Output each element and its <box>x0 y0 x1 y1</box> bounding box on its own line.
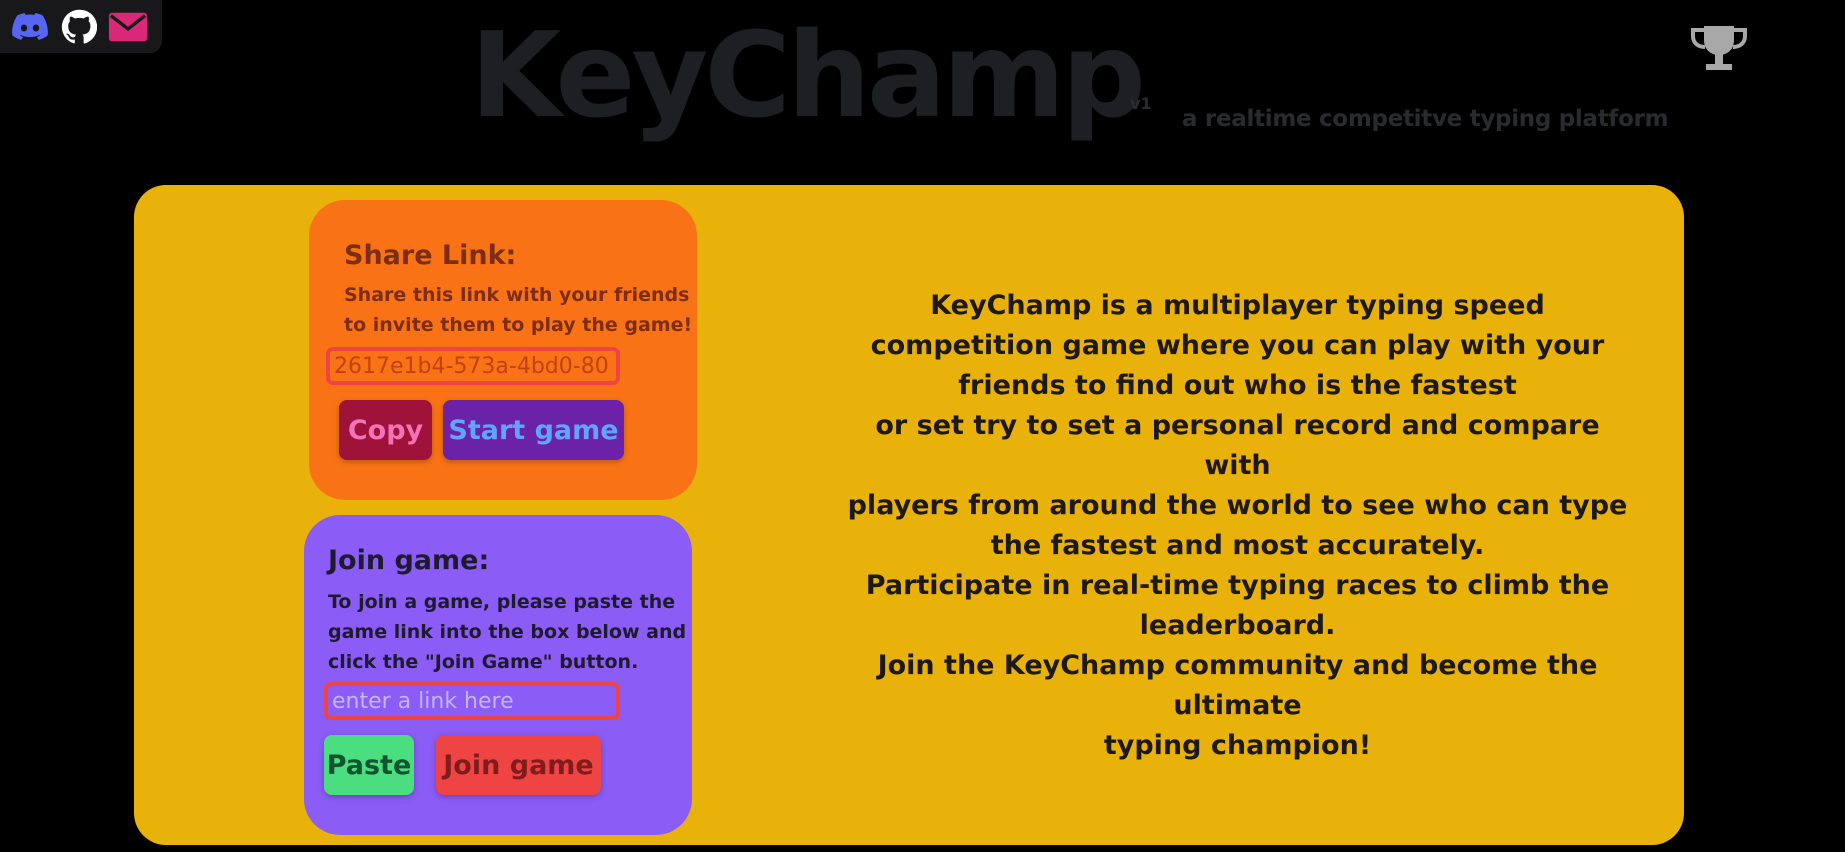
discord-icon[interactable] <box>10 7 50 47</box>
share-card: Share Link: Share this link with your fr… <box>309 200 697 500</box>
tagline: a realtime competitve typing platform <box>1182 106 1669 132</box>
join-link-input[interactable] <box>324 682 620 720</box>
trophy-icon[interactable] <box>1690 24 1748 74</box>
brand-title: KeyChamp <box>470 6 1146 144</box>
social-links <box>0 0 162 53</box>
start-game-button[interactable]: Start game <box>443 400 624 460</box>
share-description: Share this link with your friends to inv… <box>344 284 693 336</box>
mail-icon[interactable] <box>108 7 148 47</box>
github-icon[interactable] <box>59 7 99 47</box>
version-label: v1 <box>1130 94 1152 113</box>
join-card: Join game: To join a game, please paste … <box>304 515 692 835</box>
about-text: KeyChamp is a multiplayer typing speed c… <box>847 290 1628 761</box>
join-game-button[interactable]: Join game <box>436 735 601 795</box>
share-title: Share Link: <box>344 240 517 271</box>
copy-button[interactable]: Copy <box>339 400 432 460</box>
paste-button[interactable]: Paste <box>324 735 414 795</box>
join-title: Join game: <box>328 545 490 576</box>
share-link-field[interactable] <box>326 347 620 385</box>
join-description: To join a game, please paste the game li… <box>328 591 687 673</box>
